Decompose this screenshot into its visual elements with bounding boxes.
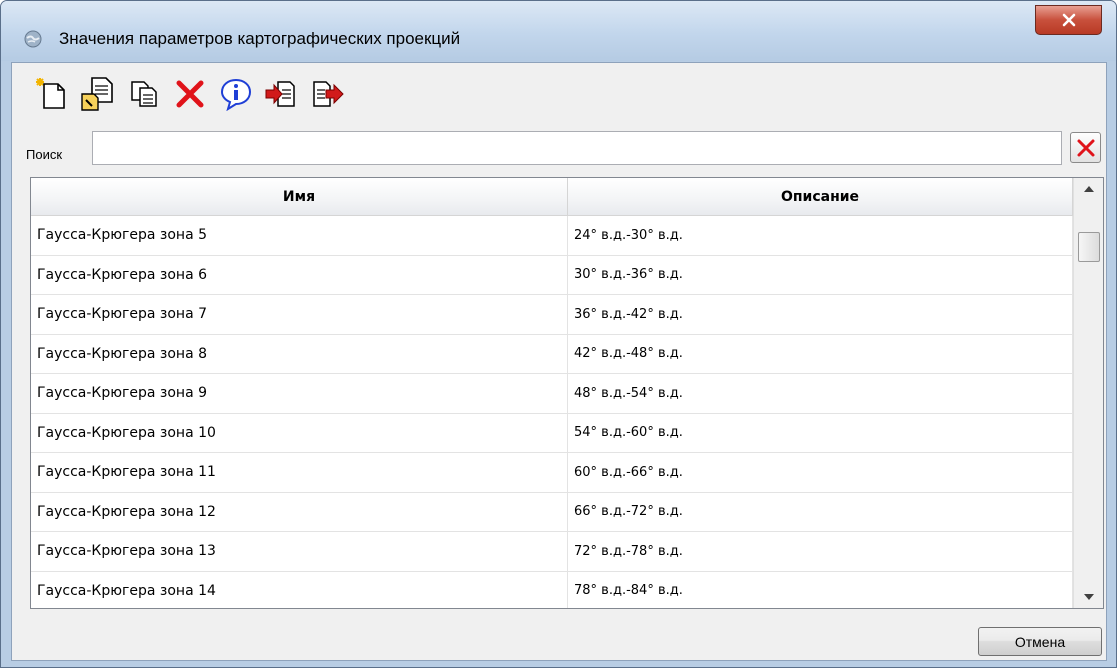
scroll-down-button[interactable] [1074, 586, 1103, 608]
cell-description: 60° в.д.-66° в.д. [568, 453, 1073, 492]
table-header: Имя Описание [31, 178, 1073, 216]
info-icon [220, 78, 252, 111]
title-bar[interactable]: Значения параметров картографических про… [1, 1, 1116, 61]
app-globe-icon [24, 30, 42, 48]
table-row[interactable]: Гаусса-Крюгера зона 9 48° в.д.-54° в.д. [31, 374, 1073, 414]
cell-description: 48° в.д.-54° в.д. [568, 374, 1073, 413]
cell-description: 54° в.д.-60° в.д. [568, 413, 1073, 452]
cancel-button[interactable]: Отмена [978, 627, 1102, 656]
copy-icon [131, 81, 157, 107]
cell-name: Гаусса-Крюгера зона 10 [31, 413, 568, 452]
import-button[interactable] [262, 74, 302, 114]
dialog-body: Поиск Имя Описание Гаусса-Крюгера зона 5… [11, 62, 1107, 661]
table-row[interactable]: Гаусса-Крюгера зона 12 66° в.д.-72° в.д. [31, 492, 1073, 532]
cell-name: Гаусса-Крюгера зона 7 [31, 295, 568, 334]
scrollbar-thumb[interactable] [1078, 232, 1100, 262]
cell-name: Гаусса-Крюгера зона 14 [31, 571, 568, 608]
table-row[interactable]: Гаусса-Крюгера зона 5 24° в.д.-30° в.д. [31, 216, 1073, 256]
edit-document-icon [81, 77, 113, 111]
table-row[interactable]: Гаусса-Крюгера зона 8 42° в.д.-48° в.д. [31, 334, 1073, 374]
clear-icon [1077, 139, 1094, 156]
cell-description: 66° в.д.-72° в.д. [568, 492, 1073, 531]
table-row[interactable]: Гаусса-Крюгера зона 6 30° в.д.-36° в.д. [31, 255, 1073, 295]
table-row[interactable]: Гаусса-Крюгера зона 13 72° в.д.-78° в.д. [31, 532, 1073, 572]
import-icon [265, 81, 295, 107]
search-input[interactable] [92, 131, 1062, 165]
delete-button[interactable] [170, 74, 210, 114]
export-button[interactable] [308, 74, 348, 114]
cell-description: 36° в.д.-42° в.д. [568, 295, 1073, 334]
table-body: Гаусса-Крюгера зона 5 24° в.д.-30° в.д. … [31, 216, 1073, 608]
close-icon [1062, 13, 1075, 27]
table-row[interactable]: Гаусса-Крюгера зона 11 60° в.д.-66° в.д. [31, 453, 1073, 493]
copy-button[interactable] [124, 74, 164, 114]
cell-name: Гаусса-Крюгера зона 9 [31, 374, 568, 413]
cell-name: Гаусса-Крюгера зона 11 [31, 453, 568, 492]
vertical-scrollbar[interactable] [1073, 178, 1103, 608]
cell-name: Гаусса-Крюгера зона 5 [31, 216, 568, 255]
search-label: Поиск [26, 147, 63, 162]
cell-description: 30° в.д.-36° в.д. [568, 255, 1073, 294]
cell-name: Гаусса-Крюгера зона 6 [31, 255, 568, 294]
close-button[interactable] [1035, 5, 1102, 35]
table-row[interactable]: Гаусса-Крюгера зона 10 54° в.д.-60° в.д. [31, 413, 1073, 453]
dialog-window: Значения параметров картографических про… [0, 0, 1117, 668]
toolbar [32, 71, 348, 117]
new-document-icon [36, 78, 65, 109]
edit-button[interactable] [78, 74, 118, 114]
window-title: Значения параметров картографических про… [59, 29, 461, 48]
cell-name: Гаусса-Крюгера зона 12 [31, 492, 568, 531]
export-icon [313, 81, 344, 107]
table-row[interactable]: Гаусса-Крюгера зона 7 36° в.д.-42° в.д. [31, 295, 1073, 335]
scroll-up-icon [1084, 186, 1094, 192]
cell-description: 42° в.д.-48° в.д. [568, 334, 1073, 373]
info-button[interactable] [216, 74, 256, 114]
column-header-description[interactable]: Описание [568, 178, 1073, 215]
cell-name: Гаусса-Крюгера зона 8 [31, 334, 568, 373]
new-button[interactable] [32, 74, 72, 114]
delete-icon [176, 80, 204, 108]
column-header-name[interactable]: Имя [31, 178, 568, 215]
projections-table: Имя Описание Гаусса-Крюгера зона 5 24° в… [30, 177, 1104, 609]
cell-description: 24° в.д.-30° в.д. [568, 216, 1073, 255]
clear-search-button[interactable] [1070, 132, 1101, 163]
scroll-up-button[interactable] [1074, 178, 1103, 200]
cell-description: 72° в.д.-78° в.д. [568, 532, 1073, 571]
cell-name: Гаусса-Крюгера зона 13 [31, 532, 568, 571]
scroll-down-icon [1084, 594, 1094, 600]
table-row[interactable]: Гаусса-Крюгера зона 14 78° в.д.-84° в.д. [31, 571, 1073, 608]
cell-description: 78° в.д.-84° в.д. [568, 571, 1073, 608]
